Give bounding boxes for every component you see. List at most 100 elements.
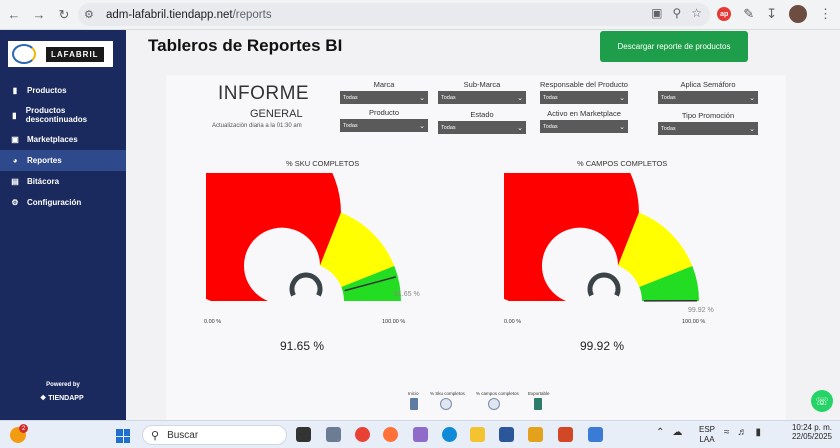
extension-icon[interactable]: ap: [717, 7, 732, 21]
logo-text: LAFABRIL: [46, 46, 104, 62]
page-tab-label: % campos completos: [476, 391, 519, 396]
sidebar-item-label: Marketplaces: [27, 135, 78, 144]
calculator-icon[interactable]: [326, 427, 341, 442]
back-icon[interactable]: ←: [3, 4, 25, 26]
filter-responsable: Responsable del Producto Todas ⌄: [540, 80, 628, 104]
filter-label: Tipo Promoción: [681, 111, 735, 120]
chevron-up-icon[interactable]: ⌃: [656, 427, 664, 438]
powerpoint-icon[interactable]: [558, 427, 573, 442]
sidebar-item-bitacora[interactable]: ▤ Bitácora: [0, 171, 126, 192]
chevron-down-icon: ⌄: [619, 94, 625, 102]
app-archive-icon[interactable]: [528, 427, 543, 442]
forward-icon[interactable]: →: [28, 4, 50, 26]
filter-sub-marca-dropdown[interactable]: Todas ⌄: [438, 91, 526, 104]
chrome-icon[interactable]: [355, 427, 370, 442]
chevron-down-icon: ⌄: [619, 123, 625, 131]
edge-icon[interactable]: [442, 427, 457, 442]
gauge-sku[interactable]: [206, 173, 406, 313]
zoom-icon[interactable]: ⚲: [672, 6, 681, 20]
gauge-sku-title: % SKU COMPLETOS: [286, 159, 360, 168]
sidebar-item-label: Bitácora: [27, 177, 60, 186]
bookmark-star-icon[interactable]: ☆: [691, 6, 702, 20]
sidebar: LAFABRIL ▮ Productos ▮ Productos descont…: [0, 30, 126, 420]
tiendapp-logo[interactable]: ❖ TIENDAPP: [40, 394, 84, 402]
omnibox-actions: ▣ ⚲ ☆: [651, 6, 702, 20]
sidebar-item-productos-descontinuados[interactable]: ▮ Productos descontinuados: [0, 101, 126, 129]
download-report-button[interactable]: Descargar reporte de productos: [600, 31, 748, 62]
filter-activo-marketplace-dropdown[interactable]: Todas ⌄: [540, 120, 628, 133]
notification-badge: 2: [19, 424, 28, 433]
profile-avatar[interactable]: [789, 5, 807, 23]
filter-label: Marca: [373, 80, 395, 89]
page-sku-gauge-icon[interactable]: [440, 398, 452, 410]
bookmark-icon: ▮: [12, 86, 18, 95]
reload-icon[interactable]: ↻: [53, 4, 75, 26]
firefox-icon[interactable]: [383, 427, 398, 442]
filter-tipo-promocion-dropdown[interactable]: Todas ⌄: [658, 122, 758, 135]
page-campos-gauge-icon[interactable]: [488, 398, 500, 410]
sidebar-item-marketplaces[interactable]: ▣ Marketplaces: [0, 129, 126, 150]
battery-icon[interactable]: ▮: [756, 427, 762, 438]
clock[interactable]: 10:24 p. m. 22/05/2025: [792, 423, 832, 441]
app-snip-icon[interactable]: [413, 427, 428, 442]
chevron-down-icon: ⌄: [517, 124, 523, 132]
filter-value: Todas: [343, 122, 358, 129]
extensions-puzzle-icon[interactable]: ✎: [743, 6, 754, 22]
filter-value: Todas: [543, 94, 558, 101]
language-indicator[interactable]: ESP LAA: [699, 425, 715, 445]
gauge-campos[interactable]: [504, 173, 704, 313]
filter-aplica-semaforo-dropdown[interactable]: Todas ⌄: [658, 91, 758, 104]
search-icon: ⚲: [151, 429, 160, 442]
wifi-icon[interactable]: ≈: [724, 427, 730, 438]
brand-logo[interactable]: LAFABRIL: [8, 41, 113, 67]
sidebar-item-label: Reportes: [27, 156, 62, 165]
url-domain: adm-lafabril.tiendapp.net: [106, 8, 233, 21]
taskbar-search[interactable]: ⚲ Buscar: [142, 425, 287, 445]
page-exportable-icon[interactable]: [534, 398, 542, 410]
chevron-down-icon: ⌄: [749, 94, 755, 102]
translate-icon[interactable]: ▣: [651, 6, 662, 20]
menu-kebab-icon[interactable]: ⋮: [819, 6, 832, 22]
cloud-icon[interactable]: ☁: [672, 427, 682, 438]
tiendapp-text: TIENDAPP: [48, 395, 84, 402]
sidebar-item-label: Productos descontinuados: [25, 106, 88, 124]
url-text[interactable]: adm-lafabril.tiendapp.net/reports: [106, 9, 272, 21]
word-icon[interactable]: [499, 427, 514, 442]
gauge-campos-max: 100.00 %: [682, 319, 706, 325]
filter-value: Todas: [441, 124, 456, 131]
pie-chart-icon: ◕: [12, 156, 18, 165]
filter-value: Todas: [543, 123, 558, 130]
windows-start-icon[interactable]: [116, 429, 130, 443]
filter-producto: Producto Todas ⌄: [340, 108, 428, 132]
chevron-down-icon: ⌄: [419, 122, 425, 130]
filter-label: Estado: [470, 110, 494, 119]
address-bar[interactable]: ⚙ adm-lafabril.tiendapp.net/reports ▣ ⚲ …: [78, 3, 710, 26]
lang-line1: ESP: [699, 425, 716, 434]
volume-icon[interactable]: ♬: [738, 427, 748, 438]
sidebar-item-reportes[interactable]: ◕ Reportes: [0, 150, 126, 171]
site-info-icon[interactable]: ⚙: [84, 8, 100, 21]
file-explorer-icon[interactable]: [470, 427, 485, 442]
filter-responsable-dropdown[interactable]: Todas ⌄: [540, 91, 628, 104]
filter-label: Responsable del Producto: [540, 80, 628, 89]
gauge-sku-value-label: 91.65 %: [394, 291, 420, 298]
download-icon[interactable]: ↧: [766, 6, 777, 22]
system-tray-left: ⌃ ☁: [656, 427, 682, 438]
filter-producto-dropdown[interactable]: Todas ⌄: [340, 119, 428, 132]
filter-sub-marca: Sub-Marca Todas ⌄: [438, 80, 526, 104]
report-title: INFORME: [218, 83, 310, 104]
update-note: Actualización diaria a la 01:30 am: [212, 123, 302, 129]
page-tab-label: Inicio: [408, 391, 419, 396]
gauge-campos-value-label: 99.92 %: [688, 307, 714, 314]
filter-activo-marketplace: Activo en Marketplace Todas ⌄: [540, 109, 628, 133]
app-media-icon[interactable]: [296, 427, 311, 442]
filter-estado-dropdown[interactable]: Todas ⌄: [438, 121, 526, 134]
page-inicio-icon[interactable]: [410, 398, 418, 410]
app-photos-icon[interactable]: [588, 427, 603, 442]
filter-label: Producto: [368, 108, 400, 117]
sidebar-item-productos[interactable]: ▮ Productos: [0, 80, 126, 101]
browser-toolbar: ← → ↻ ⚙ adm-lafabril.tiendapp.net/report…: [0, 0, 840, 30]
filter-marca-dropdown[interactable]: Todas ⌄: [340, 91, 428, 104]
whatsapp-button[interactable]: ☏: [811, 390, 833, 412]
sidebar-item-configuracion[interactable]: ⚙ Configuración: [0, 192, 126, 213]
